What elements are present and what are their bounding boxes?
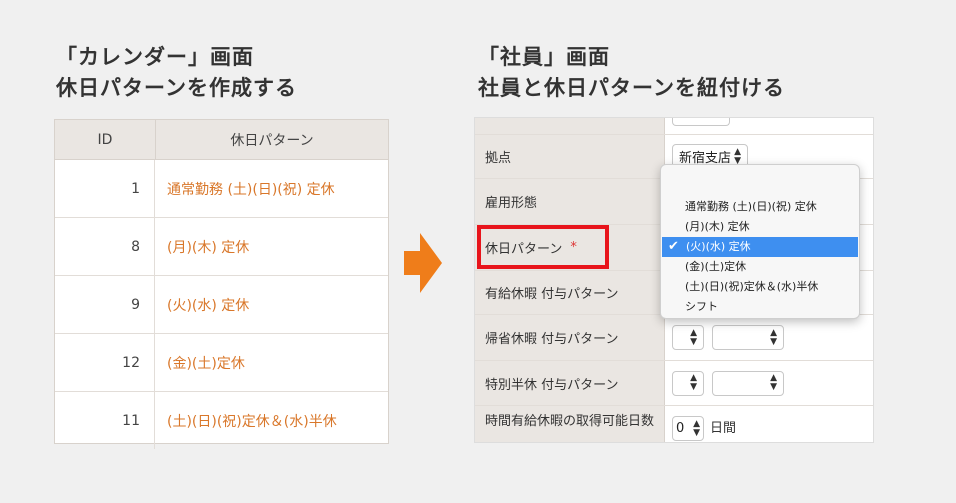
holiday-pattern-table: ID 休日パターン 1 通常勤務 (土)(日)(祝) 定休 8 (月)(木) 定… <box>54 119 389 449</box>
employee-heading-line1: 「社員」画面 <box>478 45 610 69</box>
row-pattern-link[interactable]: (金)(土)定休 <box>155 334 388 391</box>
dropdown-option[interactable]: 通常勤務 (土)(日)(祝) 定休 <box>661 197 859 217</box>
base-label: 拠点 <box>475 135 665 178</box>
form-row-special-half: 特別半休 付与パターン ▲ ▼ ▲ ▼ <box>475 361 873 406</box>
special-half-select-1[interactable]: ▲ ▼ <box>672 370 704 396</box>
hourly-leave-label: 時間有給休暇の取得可能日数 <box>475 406 665 442</box>
table-row: 9 (火)(水) 定休 <box>55 276 388 334</box>
right-arrow-icon <box>404 233 442 293</box>
dropdown-option[interactable]: (金)(土)定休 <box>661 257 859 277</box>
hourly-leave-value: 0 <box>676 421 685 436</box>
row-pattern-link[interactable]: 通常勤務 (土)(日)(祝) 定休 <box>155 160 388 217</box>
employee-heading-line2: 社員と休日パターンを紐付ける <box>478 76 785 100</box>
table-header: ID 休日パターン <box>55 120 388 160</box>
form-row-home-leave: 帰省休暇 付与パターン ▲ ▼ ▲ ▼ <box>475 315 873 361</box>
checkmark-icon: ✔ <box>668 239 679 254</box>
table-row: 1 通常勤務 (土)(日)(祝) 定休 <box>55 160 388 218</box>
home-leave-label: 帰省休暇 付与パターン <box>475 315 665 360</box>
select-arrows-icon: ▲ ▼ <box>693 418 700 438</box>
row-pattern-link[interactable]: (土)(日)(祝)定休＆(水)半休 <box>155 392 388 449</box>
select-arrows-icon: ▲ ▼ <box>770 327 777 347</box>
form-row-top <box>475 118 873 135</box>
select-arrows-icon: ▲ ▼ <box>734 146 741 166</box>
column-header-id: ID <box>55 120 156 159</box>
table-row: 12 (金)(土)定休 <box>55 334 388 392</box>
employment-label: 雇用形態 <box>475 179 665 224</box>
select-arrows-icon: ▲ ▼ <box>690 327 697 347</box>
row-pattern-link[interactable]: (月)(木) 定休 <box>155 218 388 275</box>
column-header-pattern: 休日パターン <box>230 132 314 149</box>
dropdown-option[interactable]: シフト <box>661 297 859 317</box>
row-id: 9 <box>55 276 155 333</box>
dropdown-option[interactable]: (土)(日)(祝)定休＆(水)半休 <box>661 277 859 297</box>
row-id: 8 <box>55 218 155 275</box>
holiday-pattern-dropdown[interactable]: 通常勤務 (土)(日)(祝) 定休 (月)(木) 定休 ✔ (火)(水) 定休 … <box>660 164 860 319</box>
home-leave-select-2[interactable]: ▲ ▼ <box>712 325 784 350</box>
hourly-leave-unit: 日間 <box>710 421 737 436</box>
select-partial[interactable] <box>672 118 730 126</box>
row-id: 11 <box>55 392 155 449</box>
calendar-heading-line2: 休日パターンを作成する <box>56 76 297 100</box>
special-half-select-2[interactable]: ▲ ▼ <box>712 370 784 396</box>
row-id: 1 <box>55 160 155 217</box>
calendar-heading-line1: 「カレンダー」画面 <box>56 45 254 69</box>
dropdown-option-selected[interactable]: ✔ (火)(水) 定休 <box>662 237 858 257</box>
select-arrows-icon: ▲ ▼ <box>690 373 697 392</box>
dropdown-option[interactable]: (月)(木) 定休 <box>661 217 859 237</box>
select-arrows-icon: ▲ ▼ <box>770 373 777 392</box>
special-half-label: 特別半休 付与パターン <box>475 361 665 405</box>
highlight-box <box>477 225 609 269</box>
paid-leave-label: 有給休暇 付与パターン <box>475 271 665 314</box>
employee-screen-heading: 「社員」画面 社員と休日パターンを紐付ける <box>478 42 785 104</box>
hourly-leave-select[interactable]: 0 ▲ ▼ <box>672 416 704 441</box>
table-row: 11 (土)(日)(祝)定休＆(水)半休 <box>55 392 388 449</box>
home-leave-select-1[interactable]: ▲ ▼ <box>672 325 704 350</box>
row-pattern-link[interactable]: (火)(水) 定休 <box>155 276 388 333</box>
table-row: 8 (月)(木) 定休 <box>55 218 388 276</box>
row-id: 12 <box>55 334 155 391</box>
calendar-screen-heading: 「カレンダー」画面 休日パターンを作成する <box>56 42 297 104</box>
form-row-hourly-leave: 時間有給休暇の取得可能日数 0 ▲ ▼ 日間 <box>475 406 873 442</box>
